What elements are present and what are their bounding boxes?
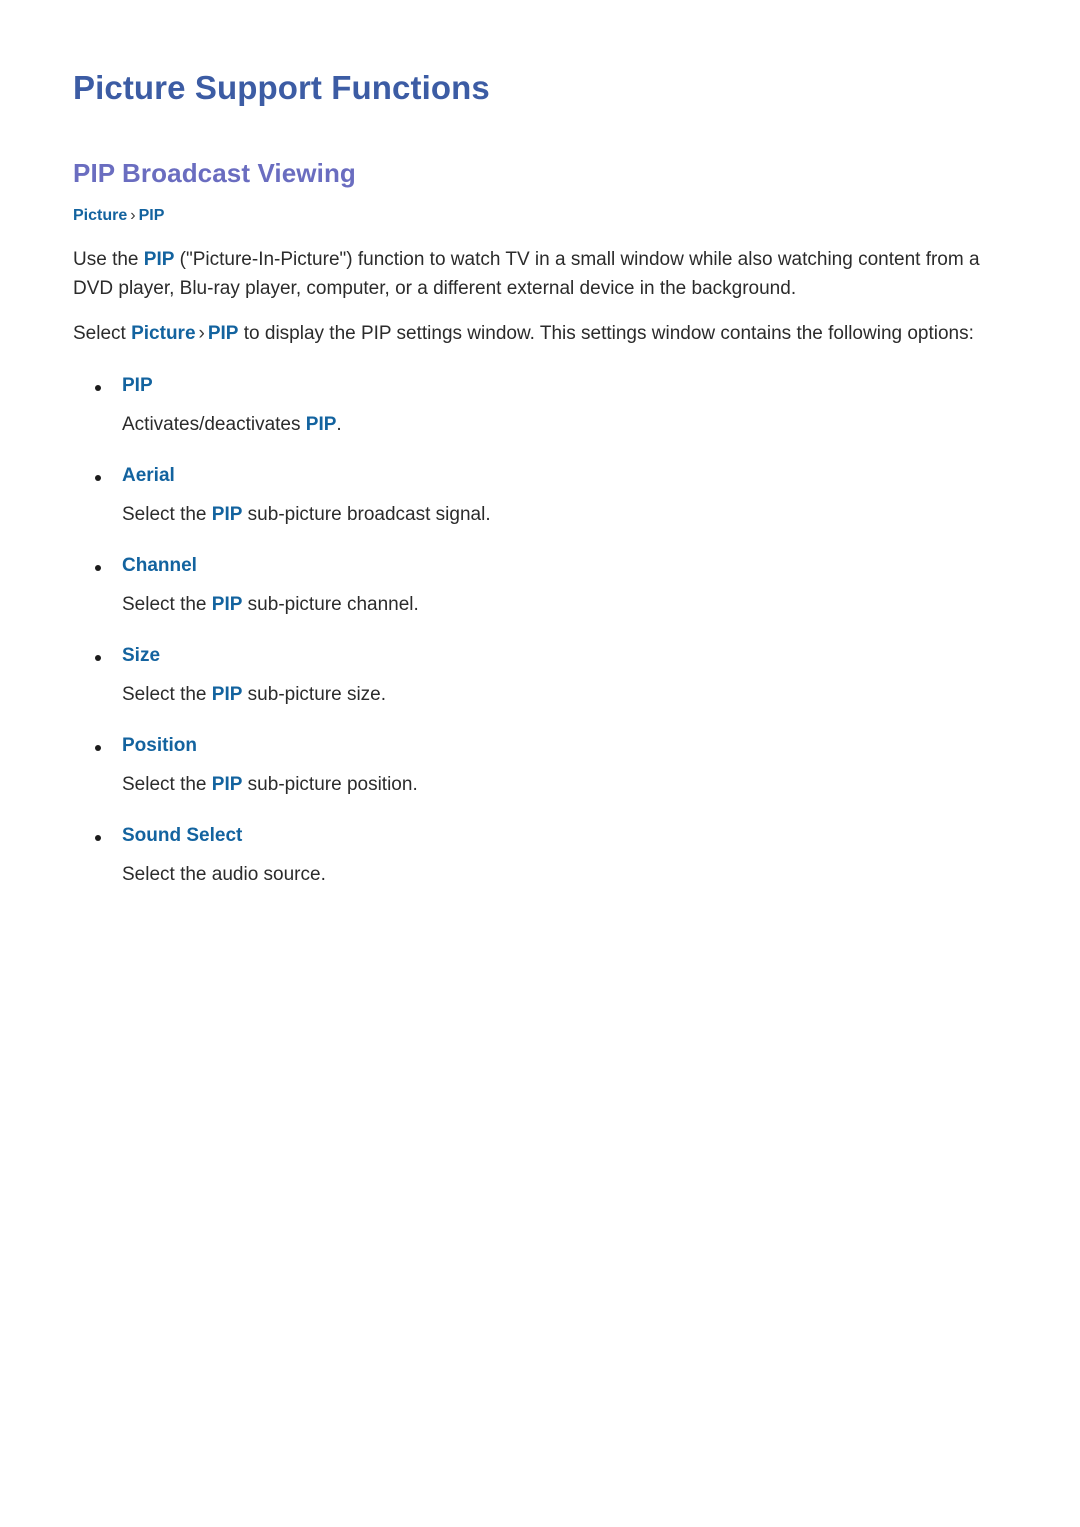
bullet-icon	[95, 835, 101, 841]
option-label: Position	[122, 735, 197, 756]
breadcrumb-item-picture[interactable]: Picture	[73, 207, 127, 224]
option-label: Channel	[122, 555, 197, 576]
select-tail-text: to display the PIP settings window. This…	[238, 323, 974, 344]
option-description: Select the PIP sub-picture position.	[122, 758, 1007, 798]
option-description: Select the audio source.	[122, 848, 1007, 888]
option-desc-highlight: PIP	[305, 414, 337, 435]
option-label: Aerial	[122, 465, 175, 486]
option-desc-after: .	[336, 414, 342, 435]
option-desc-before: Select the	[122, 594, 212, 615]
option-desc-after: sub-picture position.	[242, 774, 418, 795]
select-chevron-right-icon: ›	[198, 323, 205, 344]
option-desc-after: sub-picture broadcast signal.	[242, 504, 491, 525]
bullet-icon	[95, 745, 101, 751]
intro-text-before: Use the	[73, 249, 144, 270]
list-item: Size Select the PIP sub-picture size.	[73, 618, 1007, 708]
bullet-icon	[95, 475, 101, 481]
select-breadcrumb-picture[interactable]: Picture	[131, 323, 195, 344]
bullet-icon	[95, 565, 101, 571]
option-description: Select the PIP sub-picture channel.	[122, 578, 1007, 618]
option-label: Size	[122, 645, 161, 666]
option-desc-highlight: PIP	[211, 684, 243, 705]
bullet-icon	[95, 385, 101, 391]
list-item: Channel Select the PIP sub-picture chann…	[73, 528, 1007, 618]
option-label: PIP	[122, 375, 153, 396]
intro-paragraph: Use the PIP ("Picture-In-Picture") funct…	[73, 227, 1005, 303]
option-desc-highlight: PIP	[211, 774, 243, 795]
breadcrumb-item-pip[interactable]: PIP	[139, 207, 165, 224]
section-title: PIP Broadcast Viewing	[73, 158, 356, 188]
page-title: Picture Support Functions	[73, 69, 490, 106]
select-breadcrumb-pip[interactable]: PIP	[208, 323, 239, 344]
options-list: PIP Activates/deactivates PIP. Aerial Se…	[73, 348, 1007, 888]
breadcrumb: Picture › PIP	[73, 189, 1007, 227]
option-desc-after: sub-picture channel.	[242, 594, 419, 615]
option-desc-before: Select the audio source.	[122, 864, 326, 885]
list-item: Aerial Select the PIP sub-picture broadc…	[73, 438, 1007, 528]
option-desc-before: Select the	[122, 504, 212, 525]
option-desc-before: Activates/deactivates	[122, 414, 306, 435]
option-desc-highlight: PIP	[211, 594, 243, 615]
chevron-right-icon: ›	[130, 207, 136, 224]
intro-pip-highlight: PIP	[143, 249, 175, 270]
option-desc-highlight: PIP	[211, 504, 243, 525]
option-desc-after: sub-picture size.	[242, 684, 387, 705]
select-paragraph: Select Picture › PIP to display the PIP se…	[73, 303, 1005, 348]
option-description: Activates/deactivates PIP.	[122, 398, 1007, 438]
option-label: Sound Select	[122, 825, 243, 846]
list-item: Position Select the PIP sub-picture posi…	[73, 708, 1007, 798]
list-item: Sound Select Select the audio source.	[73, 798, 1007, 888]
bullet-icon	[95, 655, 101, 661]
intro-text-after: ("Picture-In-Picture") function to watch…	[73, 249, 980, 299]
option-description: Select the PIP sub-picture size.	[122, 668, 1007, 708]
select-lead-text: Select	[73, 323, 132, 344]
option-description: Select the PIP sub-picture broadcast sig…	[122, 488, 1007, 528]
list-item: PIP Activates/deactivates PIP.	[73, 348, 1007, 438]
option-desc-before: Select the	[122, 684, 212, 705]
option-desc-before: Select the	[122, 774, 212, 795]
document-page: Picture Support Functions PIP Broadcast …	[0, 0, 1080, 1527]
